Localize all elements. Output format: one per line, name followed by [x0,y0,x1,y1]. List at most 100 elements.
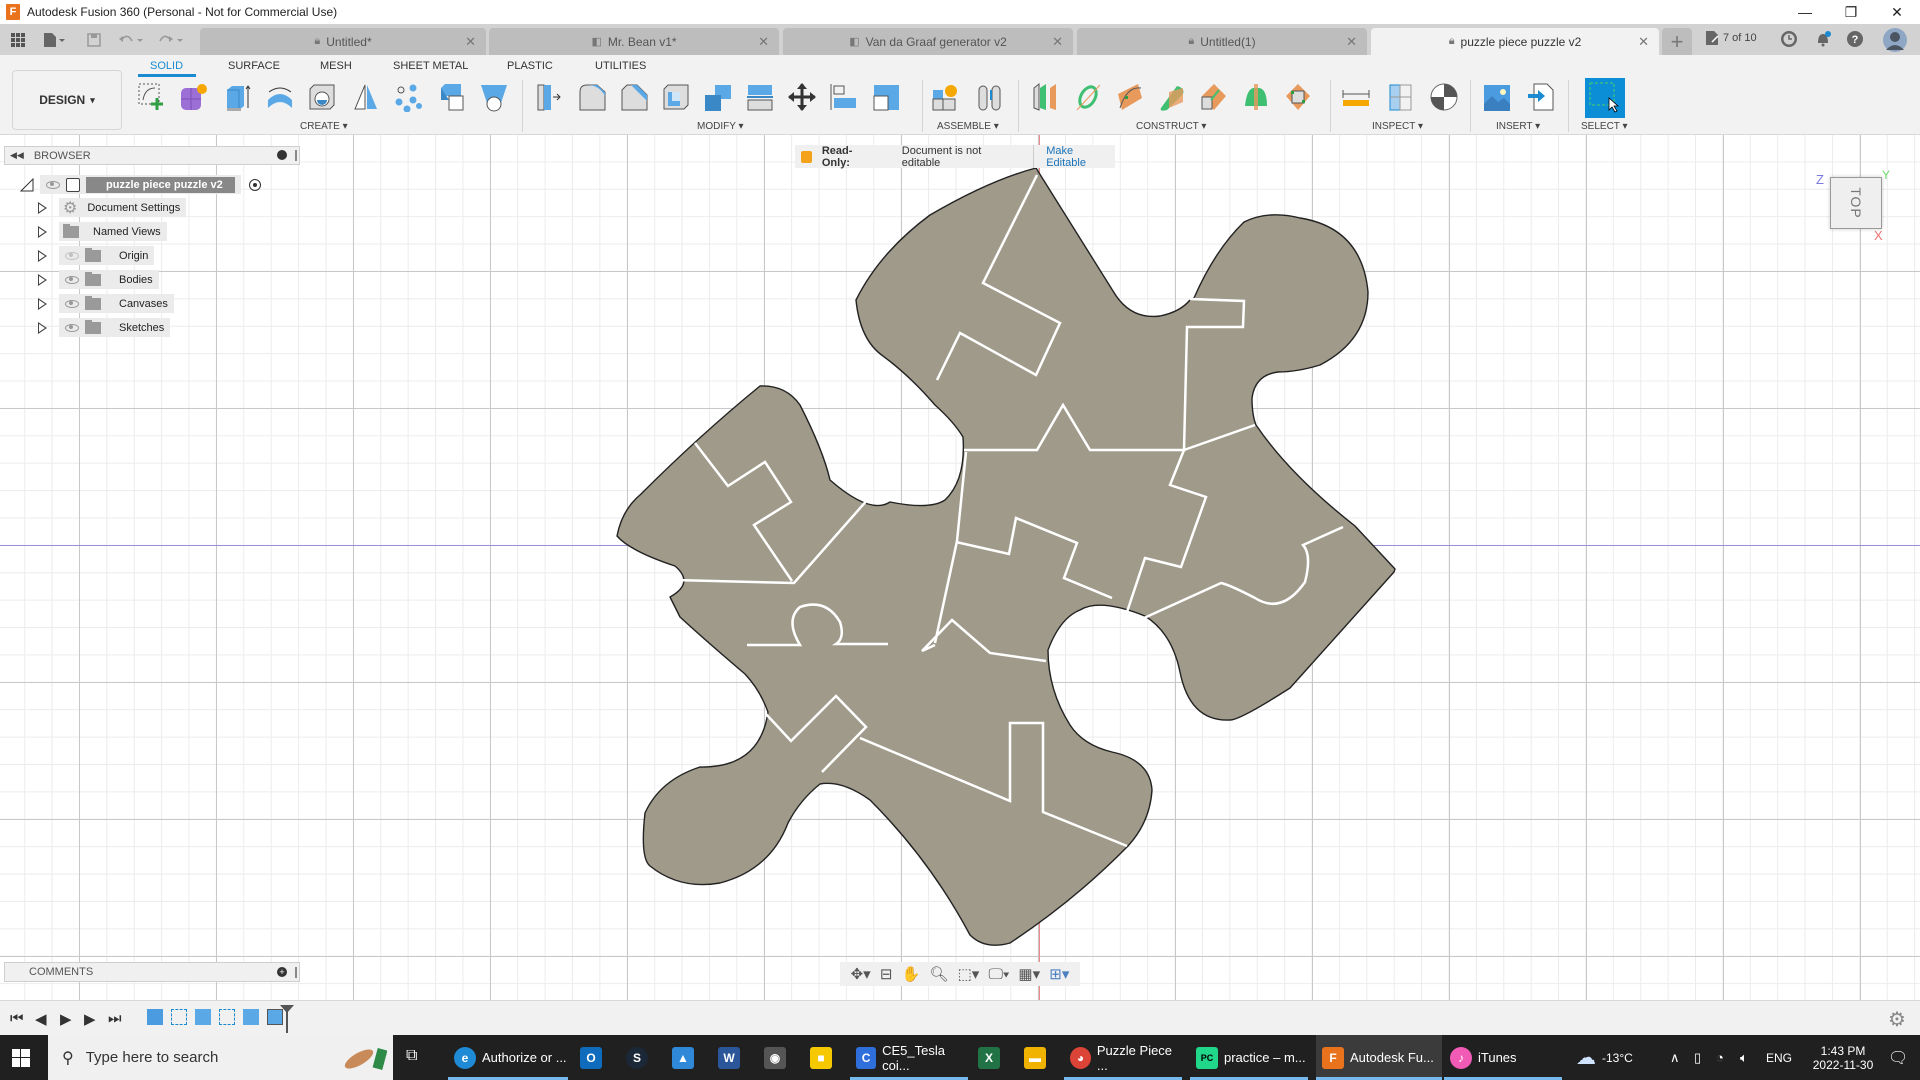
folder-icon [63,223,79,238]
activate-radio-icon[interactable] [248,178,261,191]
folder-icon [85,247,101,262]
taskbar-app-pycharm[interactable]: PC practice – m... [1190,1035,1308,1080]
display-settings-icon[interactable]: 🖵▾ [988,966,1009,983]
taskbar-app-edge[interactable]: e Authorize or ... [448,1035,568,1080]
go-to-start-icon[interactable]: ⏮ [10,1010,24,1027]
browser-panel-header: ◀◀ BROWSER [4,146,300,165]
taskbar-app-camera[interactable]: ◉ [764,1035,796,1080]
chrome-icon: ◕ [1070,1046,1091,1069]
go-to-end-icon[interactable]: ⏭ [108,1010,122,1027]
timeline-canvas-feature-icon[interactable] [147,1009,163,1025]
collapse-triangle-icon[interactable] [20,177,34,192]
tree-item-label: Origin [119,249,149,262]
search-highlight-illustration [341,1045,388,1071]
make-editable-link[interactable]: Make Editable [1046,145,1115,169]
taskbar-app-itunes[interactable]: ♪ iTunes [1444,1035,1562,1080]
timeline-sketch-feature-icon[interactable] [219,1009,235,1025]
taskbar-app-file-explorer[interactable]: ▬ [1024,1035,1056,1080]
timeline-marker-line[interactable] [286,1009,288,1033]
expand-triangle-icon[interactable] [38,297,47,310]
network-icon[interactable]: ◔ [1716,1035,1724,1080]
outlook-icon: O [580,1046,602,1069]
notification-center-icon[interactable]: 🗨︎ [1888,1035,1908,1080]
step-forward-icon[interactable]: ▶ [84,1010,96,1028]
browser-root-item[interactable]: puzzle piece puzzle v2 [20,175,261,194]
orbit-icon[interactable]: ✥▾ [851,965,871,983]
expand-triangle-icon[interactable] [38,225,47,238]
taskbar-app-steam[interactable]: S [626,1035,658,1080]
fusion-icon: F [1322,1046,1344,1069]
timeline-sketch-feature-icon[interactable] [171,1009,187,1025]
pan-hand-icon[interactable]: ✋ [902,965,921,983]
divider [1033,145,1035,168]
show-hidden-icons-chevron[interactable]: ∧ [1670,1035,1680,1080]
component-icon [66,177,80,192]
taskbar-app-sticky-notes[interactable]: ■ [810,1035,842,1080]
expand-triangle-icon[interactable] [38,249,47,262]
search-icon: ⚲ [62,1049,74,1067]
puzzle-outline [616,167,1396,946]
viewcube-top-face[interactable]: TOP [1848,187,1864,219]
timeline-extrude-feature-icon[interactable] [195,1009,211,1025]
taskbar-app-chrome[interactable]: ◕ Puzzle Piece ... [1064,1035,1182,1080]
taskbar-app-outlook[interactable]: O [580,1035,612,1080]
folder-icon [85,295,101,310]
add-comment-icon[interactable]: + [277,967,287,977]
x-axis-label: X [1874,228,1883,243]
folder-icon [85,271,101,286]
expand-triangle-icon[interactable] [38,273,47,286]
hidden-eye-icon[interactable] [65,251,79,260]
clock-date: 2022-11-30 [1812,1057,1874,1072]
minimize-browser-icon[interactable] [277,150,287,160]
weather-cloud-icon: ☁ [1576,1047,1596,1069]
browser-item-canvases[interactable]: Canvases [38,294,174,313]
taskbar-app-excel[interactable]: X [978,1035,1010,1080]
timeline-extrude-feature-icon[interactable] [243,1009,259,1025]
timeline-settings-gear-icon[interactable]: ⚙ [1888,1007,1906,1032]
browser-resize-handle[interactable] [295,150,297,161]
windows-start-icon[interactable] [12,1049,30,1072]
taskbar-app-photos[interactable]: ▲ [672,1035,704,1080]
viewports-icon[interactable]: ⊞▾ [1049,965,1069,983]
read-only-message: Document is not editable [901,144,982,169]
visibility-eye-icon[interactable] [65,275,79,284]
comments-resize-handle[interactable] [295,967,297,978]
zoom-icon[interactable]: 🔍︎ [929,965,948,983]
visibility-eye-icon[interactable] [65,323,79,332]
comments-panel: COMMENTS + [4,962,300,982]
expand-triangle-icon[interactable] [38,321,47,334]
pycharm-icon: PC [1196,1046,1218,1069]
task-view-icon[interactable]: ⧉ [406,1047,417,1065]
sticky-notes-icon: ■ [810,1046,832,1069]
timeline-bar: ⏮ ◀ ▶ ▶ ⏭ ⚙ [0,1000,1920,1035]
play-icon[interactable]: ▶ [60,1010,72,1028]
weather-widget[interactable]: ☁ -13°C [1576,1035,1633,1080]
language-indicator[interactable]: ENG [1766,1035,1792,1080]
taskbar-search-box[interactable]: ⚲ Type here to search [48,1035,393,1080]
tree-item-label: Sketches [119,321,165,334]
viewcube[interactable]: TOP [1830,177,1882,229]
visibility-eye-icon[interactable] [65,299,79,308]
visibility-eye-icon[interactable] [46,180,60,189]
expand-triangle-icon[interactable] [38,201,47,214]
browser-item-sketches[interactable]: Sketches [38,318,171,337]
z-axis-label: Z [1816,172,1824,187]
volume-icon[interactable]: 🔈︎ [1740,1035,1748,1080]
browser-item-named-views[interactable]: Named Views [38,222,167,241]
itunes-icon: ♪ [1450,1046,1472,1069]
taskbar-app-fusion[interactable]: F Autodesk Fu... [1316,1035,1442,1080]
taskbar-app-ce5-tesla[interactable]: C CE5_Tesla coi... [850,1035,968,1080]
fit-window-icon[interactable]: ⬚▾ [958,965,980,983]
excel-icon: X [978,1046,1000,1069]
read-only-label: Read-Only: [821,144,853,169]
battery-icon[interactable]: ▯ [1694,1035,1701,1080]
browser-item-bodies[interactable]: Bodies [38,270,159,289]
browser-item-origin[interactable]: Origin [38,246,155,265]
grid-settings-icon[interactable]: ▦▾ [1018,965,1040,983]
look-at-icon[interactable]: ⊟ [880,965,893,983]
browser-item-document-settings[interactable]: ⚙ Document Settings [38,198,187,217]
step-back-icon[interactable]: ◀ [35,1010,47,1028]
taskbar-app-word[interactable]: W [718,1035,750,1080]
collapse-browser-icon[interactable]: ◀◀ [10,150,24,161]
clock[interactable]: 1:43 PM 2022-11-30 [1810,1035,1876,1080]
